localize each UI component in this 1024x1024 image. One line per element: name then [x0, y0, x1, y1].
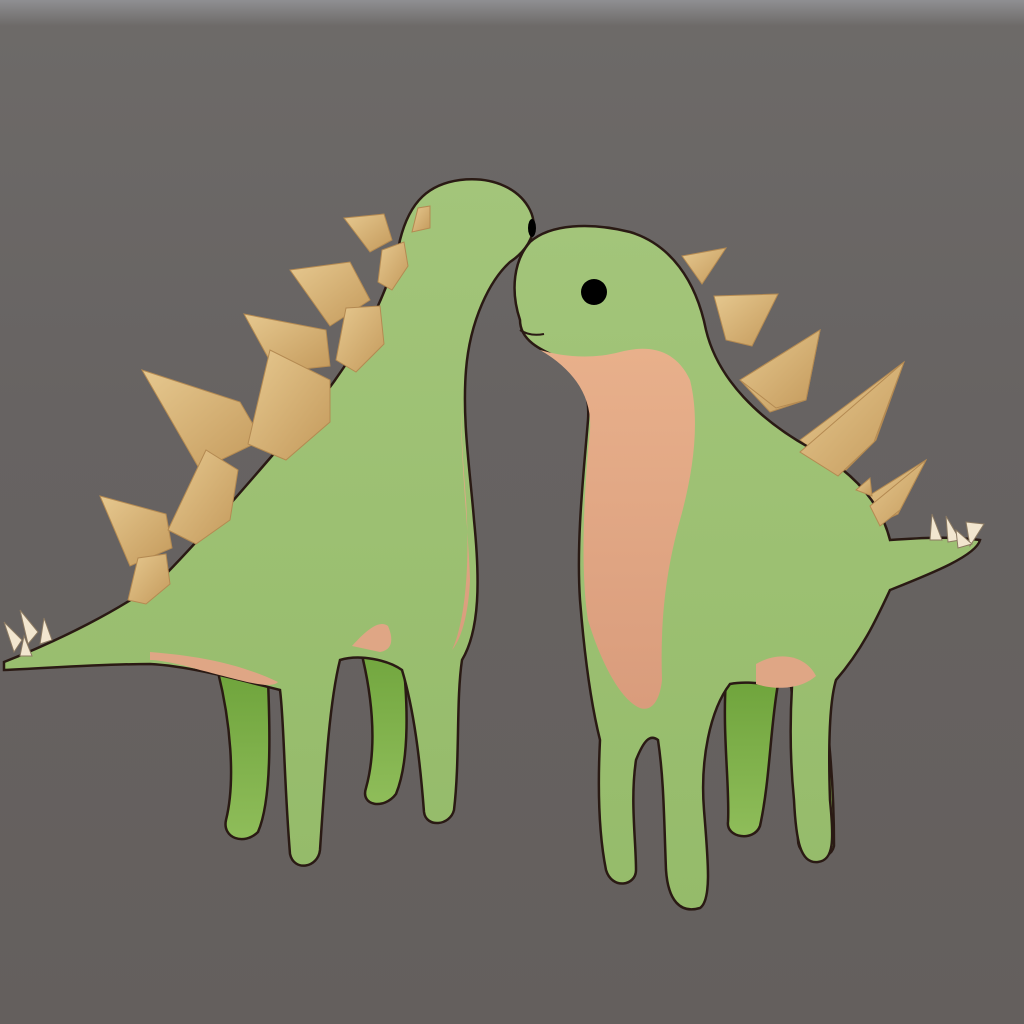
left-eye-icon: [528, 219, 536, 237]
stegosaurus-left: [2, 178, 536, 867]
stegosaurus-right: [513, 224, 985, 911]
right-back-leg-1: [723, 678, 780, 838]
right-eye-icon: [581, 279, 607, 305]
scene-canvas: [2, 178, 985, 911]
viewport: [0, 0, 1024, 1024]
left-back-leg-1: [216, 670, 271, 841]
